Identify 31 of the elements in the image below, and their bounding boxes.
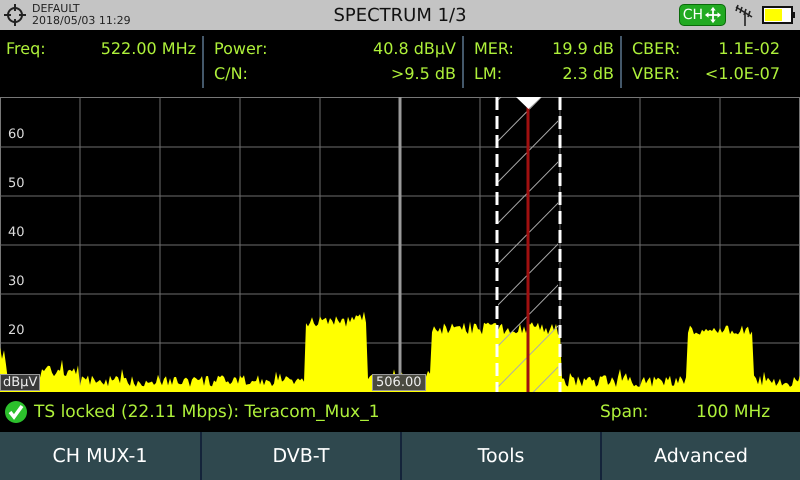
span-value: 100 MHz: [696, 402, 772, 422]
measurement-label: MER:: [474, 39, 514, 58]
profile-name: DEFAULT: [32, 3, 81, 15]
measurement-value: 2.3 dB: [562, 64, 614, 83]
measurement-value: 19.9 dB: [552, 39, 614, 58]
marker-triangle[interactable]: [516, 97, 541, 109]
crosshair-icon: [4, 4, 26, 26]
measurement-value: 522.00 MHz: [100, 39, 196, 58]
measurement-value: 1.1E-02: [718, 39, 780, 58]
battery-icon: [762, 5, 796, 25]
axis-label: 60: [8, 127, 25, 142]
measurement-label: VBER:: [632, 64, 680, 83]
measurement-value: 40.8 dBµV: [373, 39, 456, 58]
lock-status: TS locked (22.11 Mbps): Teracom_Mux_1: [34, 402, 380, 422]
unit-label: dBµV: [0, 374, 40, 391]
axis-label: 40: [8, 225, 25, 240]
measurement-label: Power:: [214, 39, 268, 58]
span-label: Span:: [600, 402, 650, 422]
axis-label: 30: [8, 274, 25, 289]
measurement-label: LM:: [474, 64, 502, 83]
measurement-label: CBER:: [632, 39, 680, 58]
center-frequency-label: 506.00: [372, 374, 426, 391]
measurement-label: Freq:: [6, 39, 46, 58]
measurement-label: C/N:: [214, 64, 248, 83]
screen-title: SPECTRUM 1/3: [333, 4, 467, 26]
measurement-value: <1.0E-07: [704, 64, 780, 83]
axis-label: 20: [8, 323, 25, 338]
axis-label: 50: [8, 176, 25, 191]
move-arrows-icon: [704, 6, 722, 24]
date-time: 2018/05/03 11:29: [32, 15, 131, 27]
measurement-value: >9.5 dB: [390, 64, 456, 83]
